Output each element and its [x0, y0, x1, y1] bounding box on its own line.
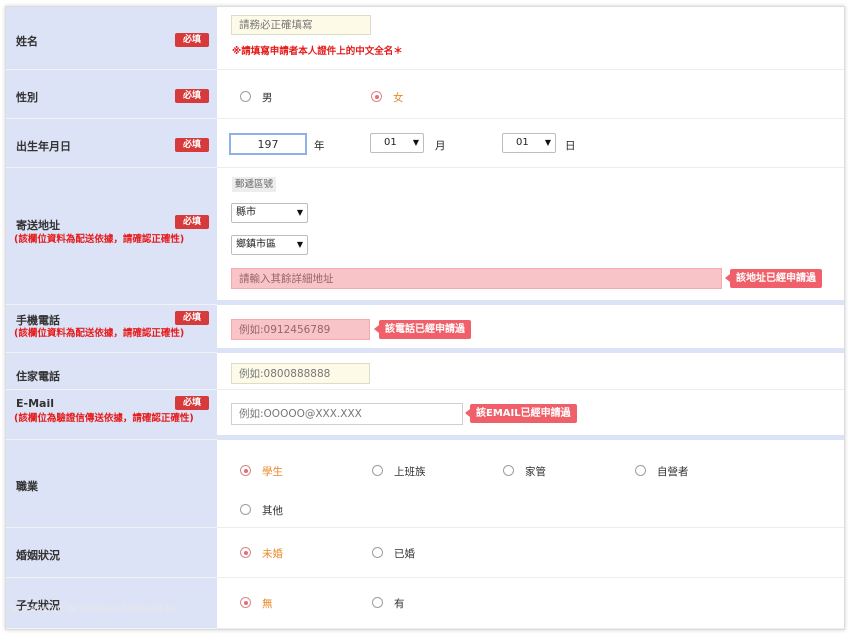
row-mobile: 手機電話 必填 (該欄位資料為配送依據，請確認正確性) 該電話已經申請過 — [6, 305, 844, 353]
radio-label: 學生 — [262, 466, 283, 478]
email-error-tag: 該EMAIL已經申請過 — [465, 404, 577, 423]
radio-circle — [240, 465, 251, 476]
content-cell: 郵遞區號 縣市 ▼ 鄉鎮市區 ▼ 該地址已經申請過 — [217, 168, 844, 305]
address-error-tag: 該地址已經申請過 — [725, 269, 822, 288]
county-select[interactable]: 縣市 ▼ — [231, 203, 308, 223]
radio-label: 女 — [393, 92, 404, 104]
radio-circle — [372, 465, 383, 476]
address-label: 寄送地址 — [16, 219, 60, 232]
day-unit: 日 — [565, 140, 576, 152]
name-input[interactable] — [231, 15, 371, 35]
row-occupation: 職業 學生 上班族 家管 自營者 其他 — [6, 440, 844, 528]
district-value: 鄉鎮市區 — [236, 239, 276, 250]
address-note: (該欄位資料為配送依據，請確認正確性) — [14, 234, 185, 245]
row-name: 姓名 必填 ※請填寫申請者本人證件上的中文全名＊ — [6, 7, 844, 70]
label-cell: 寄送地址 必填 (該欄位資料為配送依據，請確認正確性) — [6, 168, 217, 305]
label-cell: 手機電話 必填 (該欄位資料為配送依據，請確認正確性) — [6, 305, 217, 353]
email-input[interactable] — [231, 403, 463, 425]
marital-label: 婚姻狀況 — [16, 549, 60, 562]
content-cell: 無 有 — [217, 578, 844, 629]
row-address: 寄送地址 必填 (該欄位資料為配送依據，請確認正確性) 郵遞區號 縣市 ▼ 鄉鎮… — [6, 168, 844, 305]
required-badge: 必填 — [175, 89, 209, 103]
label-cell: E-Mail 必填 (該欄位為驗證信傳送依據，請確認正確性) — [6, 390, 217, 440]
radio-label: 已婚 — [394, 548, 415, 560]
label-cell: 職業 — [6, 440, 217, 528]
row-marital: 婚姻狀況 未婚 已婚 — [6, 528, 844, 578]
row-email: E-Mail 必填 (該欄位為驗證信傳送依據，請確認正確性) 該EMAIL已經申… — [6, 390, 844, 440]
year-unit: 年 — [314, 140, 325, 152]
district-select[interactable]: 鄉鎮市區 ▼ — [231, 235, 308, 255]
radio-label: 家管 — [525, 466, 546, 478]
home-phone-label: 住家電話 — [16, 370, 60, 383]
label-cell: 性別 必填 — [6, 70, 217, 119]
month-value: 01 — [384, 137, 397, 148]
content-cell: 未婚 已婚 — [217, 528, 844, 578]
radio-circle — [371, 91, 382, 102]
label-cell: 出生年月日 必填 — [6, 119, 217, 168]
required-badge: 必填 — [175, 33, 209, 47]
name-hint: ※請填寫申請者本人證件上的中文全名＊ — [232, 46, 403, 57]
mobile-error-tag: 該電話已經申請過 — [374, 320, 471, 339]
radio-circle — [240, 597, 251, 608]
day-value: 01 — [516, 137, 529, 148]
radio-circle — [635, 465, 646, 476]
label-cell: 婚姻狀況 — [6, 528, 217, 578]
content-cell: 男 女 — [217, 70, 844, 119]
content-cell: 該EMAIL已經申請過 — [217, 390, 844, 440]
radio-circle — [372, 597, 383, 608]
county-value: 縣市 — [236, 207, 256, 218]
radio-label: 上班族 — [394, 466, 426, 478]
label-cell: 姓名 必填 — [6, 7, 217, 70]
radio-circle — [240, 547, 251, 558]
month-unit: 月 — [435, 140, 446, 152]
required-badge: 必填 — [175, 311, 209, 325]
gender-label: 性別 — [16, 91, 38, 104]
row-gender: 性別 必填 男 女 — [6, 70, 844, 119]
birthday-label: 出生年月日 — [16, 140, 71, 153]
label-cell: 住家電話 — [6, 353, 217, 390]
required-badge: 必填 — [175, 138, 209, 152]
birth-day-select[interactable]: 01 ▼ — [502, 133, 556, 153]
content-cell: ※請填寫申請者本人證件上的中文全名＊ — [217, 7, 844, 70]
dropdown-arrow-icon: ▼ — [412, 138, 419, 147]
home-phone-input[interactable] — [231, 363, 370, 384]
row-home-phone: 住家電話 — [6, 353, 844, 390]
zip-code-label: 郵遞區號 — [232, 177, 277, 192]
mobile-note: (該欄位資料為配送依據，請確認正確性) — [14, 328, 185, 339]
content-cell: 年 01 ▼ 月 01 ▼ 日 — [217, 119, 844, 168]
email-note: (該欄位為驗證信傳送依據，請確認正確性) — [14, 413, 194, 424]
occupation-label: 職業 — [16, 480, 38, 493]
mobile-input[interactable] — [231, 319, 370, 340]
mobile-label: 手機電話 — [16, 314, 60, 327]
content-cell: 學生 上班族 家管 自營者 其他 — [217, 440, 844, 528]
birth-month-select[interactable]: 01 ▼ — [370, 133, 424, 153]
watermark-text: Screenshot @ Yuniman-NiMarAll.tw — [10, 604, 177, 615]
dropdown-arrow-icon: ▼ — [296, 240, 303, 249]
required-badge: 必填 — [175, 396, 209, 410]
radio-circle — [240, 91, 251, 102]
radio-label: 其他 — [262, 505, 283, 517]
radio-label: 有 — [394, 598, 405, 610]
required-badge: 必填 — [175, 215, 209, 229]
content-cell: 該電話已經申請過 — [217, 305, 844, 353]
dropdown-arrow-icon: ▼ — [296, 208, 303, 217]
dropdown-arrow-icon: ▼ — [544, 138, 551, 147]
content-cell — [217, 353, 844, 390]
address-detail-input[interactable] — [231, 268, 722, 289]
radio-circle — [503, 465, 514, 476]
radio-label: 無 — [262, 598, 273, 610]
radio-circle — [240, 504, 251, 515]
radio-label: 未婚 — [262, 548, 283, 560]
row-birthday: 出生年月日 必填 年 01 ▼ 月 01 ▼ 日 — [6, 119, 844, 168]
birth-year-input[interactable] — [229, 133, 307, 155]
application-form: 姓名 必填 ※請填寫申請者本人證件上的中文全名＊ 性別 必填 男 女 出生年月日 — [5, 6, 845, 630]
radio-label: 自營者 — [657, 466, 689, 478]
radio-label: 男 — [262, 92, 273, 104]
email-label: E-Mail — [16, 397, 54, 410]
name-label: 姓名 — [16, 35, 38, 48]
radio-circle — [372, 547, 383, 558]
